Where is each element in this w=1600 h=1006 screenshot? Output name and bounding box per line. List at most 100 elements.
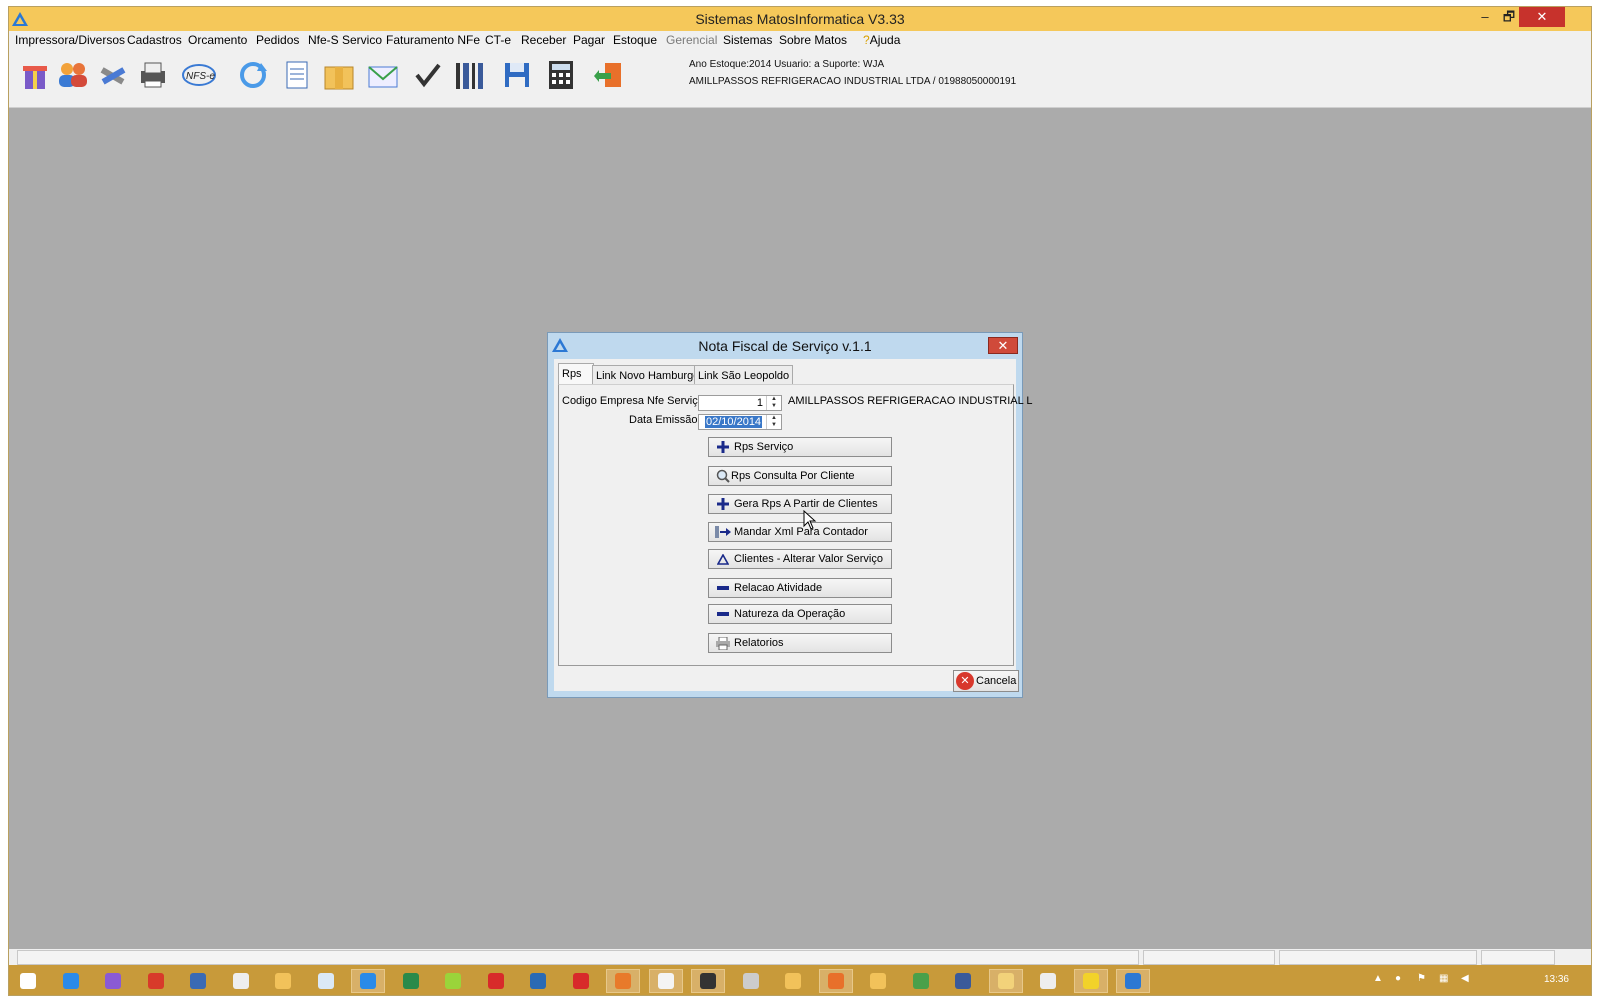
calculator-icon[interactable]: [224, 969, 258, 993]
norton-icon: [1082, 973, 1099, 989]
notepad-icon[interactable]: [309, 969, 343, 993]
dialog-close-button[interactable]: ✕: [988, 337, 1018, 354]
users-icon[interactable]: [55, 57, 91, 93]
opera-icon[interactable]: [564, 969, 598, 993]
title-bar[interactable]: Sistemas MatosInformatica V3.33 ‒ 🗗 ✕: [9, 7, 1591, 31]
menu-cadastros[interactable]: Cadastros: [127, 33, 182, 47]
spreadsheet-icon[interactable]: [1031, 969, 1065, 993]
firefox-icon[interactable]: [818, 969, 853, 993]
notepad-icon[interactable]: [279, 57, 315, 93]
browser-icon: [530, 973, 546, 989]
flag-icon[interactable]: ⚑: [1417, 973, 1426, 984]
menu-orcamento[interactable]: Orcamento: [188, 33, 247, 47]
menu-ct-e[interactable]: CT-e: [485, 33, 511, 47]
dialog-title-bar[interactable]: Nota Fiscal de Serviço v.1.1 ✕: [548, 333, 1022, 359]
remote-desktop-icon[interactable]: [181, 969, 215, 993]
gear-icon: [785, 973, 801, 989]
cancel-button[interactable]: ✕ Cancela: [953, 670, 1019, 692]
checklist-icon[interactable]: [409, 57, 445, 93]
toolbar: NFS-e Ano Estoque:2014 Usuario: a Suport…: [9, 51, 1591, 108]
matos-logo-icon: [12, 12, 28, 26]
button-label: Natureza da Operação: [734, 608, 846, 620]
acrobat-icon: [487, 973, 504, 989]
android-icon[interactable]: [436, 969, 470, 993]
mandar-xml-button[interactable]: Mandar Xml Para Contador: [708, 522, 892, 542]
menu-bar: Impressora/Diversos Cadastros Orcamento …: [9, 31, 1591, 51]
cancel-label: Cancela: [976, 675, 1017, 687]
notepad-icon: [317, 973, 334, 989]
gera-rps-button[interactable]: Gera Rps A Partir de Clientes: [708, 494, 892, 514]
browser-icon[interactable]: [521, 969, 555, 993]
menu-nfe-s-servico[interactable]: Nfe-S Servico: [308, 33, 382, 47]
menu-receber[interactable]: Receber: [521, 33, 566, 47]
menu-pagar[interactable]: Pagar: [573, 33, 605, 47]
button-label: Rps Serviço: [734, 441, 794, 453]
settings-icon[interactable]: [861, 969, 895, 993]
menu-impressora[interactable]: Impressora/Diversos: [15, 33, 125, 47]
start-icon: [20, 973, 36, 989]
close-button[interactable]: ✕: [1519, 7, 1565, 27]
printer-icon[interactable]: [135, 57, 171, 93]
file-explorer-icon[interactable]: [988, 969, 1023, 993]
start-icon[interactable]: [11, 969, 45, 993]
clock: 13:36: [1543, 974, 1569, 985]
norton-icon[interactable]: [1073, 969, 1108, 993]
menu-gerencial[interactable]: Gerencial: [666, 33, 717, 47]
network-tray-icon[interactable]: ▦: [1439, 973, 1448, 984]
matos-app-icon[interactable]: [1116, 969, 1150, 993]
data-emissao-field[interactable]: 02/10/2014 ▲ ▼: [698, 414, 782, 430]
skype-icon[interactable]: [351, 969, 385, 993]
rps-consulta-button[interactable]: Rps Consulta Por Cliente: [708, 466, 892, 486]
mail-icon[interactable]: [365, 57, 401, 93]
dialog-body: Rps Link Novo Hamburgo Link São Leopoldo…: [554, 359, 1033, 692]
matos-logo-icon: [552, 338, 568, 352]
refresh-icon[interactable]: [235, 57, 271, 93]
send-arrow-icon: [715, 525, 731, 539]
spin-arrows-icon[interactable]: ▲ ▼: [766, 396, 781, 410]
gear-icon[interactable]: [776, 969, 810, 993]
relatorios-button[interactable]: Relatorios: [708, 633, 892, 653]
filezilla-icon[interactable]: [139, 969, 173, 993]
menu-pedidos[interactable]: Pedidos: [256, 33, 299, 47]
package-icon[interactable]: [321, 57, 357, 93]
save-icon[interactable]: [499, 57, 535, 93]
chrome-icon[interactable]: [904, 969, 938, 993]
disc-icon[interactable]: [734, 969, 768, 993]
exit-icon[interactable]: [593, 57, 629, 93]
tray-arrow-icon[interactable]: ▲: [1373, 973, 1383, 984]
menu-sobre-matos[interactable]: Sobre Matos: [779, 33, 847, 47]
menu-ajuda[interactable]: ?Ajuda: [863, 33, 900, 47]
codigo-empresa-value: 1: [756, 397, 763, 409]
button-label: Rps Consulta Por Cliente: [731, 470, 855, 482]
volume-icon[interactable]: ◀: [1461, 973, 1469, 984]
terminal-icon[interactable]: [691, 969, 725, 993]
internet-explorer-icon[interactable]: [54, 969, 88, 993]
app-icon[interactable]: [606, 969, 640, 993]
chrome-icon: [912, 973, 929, 989]
menu-faturamento-nfe[interactable]: Faturamento NFe: [386, 33, 480, 47]
spin-arrows-icon[interactable]: ▲ ▼: [766, 415, 781, 429]
editor-icon[interactable]: [648, 969, 683, 993]
gift-box-icon[interactable]: [17, 57, 53, 93]
tools-icon[interactable]: [95, 57, 131, 93]
natureza-operacao-button[interactable]: Natureza da Operação: [708, 604, 892, 624]
stock-user-info: Ano Estoque:2014 Usuario: a Suporte: WJA: [689, 59, 885, 70]
nfse-icon[interactable]: NFS-e: [181, 57, 217, 93]
triangle-icon: [715, 552, 731, 566]
folder-tools-icon[interactable]: [266, 969, 300, 993]
disc-icon: [742, 973, 759, 989]
rps-servico-button[interactable]: Rps Serviço: [708, 437, 892, 457]
codigo-empresa-stepper[interactable]: 1 ▲ ▼: [698, 395, 782, 411]
relacao-atividade-button[interactable]: Relacao Atividade: [708, 578, 892, 598]
calculator-icon[interactable]: [543, 57, 579, 93]
excel-icon[interactable]: [394, 969, 428, 993]
norton-tray-icon[interactable]: ●: [1395, 973, 1401, 984]
network-icon[interactable]: [946, 969, 980, 993]
barcode-icon[interactable]: [451, 57, 487, 93]
menu-estoque[interactable]: Estoque: [613, 33, 657, 47]
taskbar: 13:36 ▲ ● ⚑ ▦ ◀: [9, 965, 1591, 995]
clientes-alterar-valor-button[interactable]: Clientes - Alterar Valor Serviço: [708, 549, 892, 569]
menu-sistemas[interactable]: Sistemas: [723, 33, 772, 47]
visual-studio-icon[interactable]: [96, 969, 130, 993]
acrobat-icon[interactable]: [479, 969, 513, 993]
